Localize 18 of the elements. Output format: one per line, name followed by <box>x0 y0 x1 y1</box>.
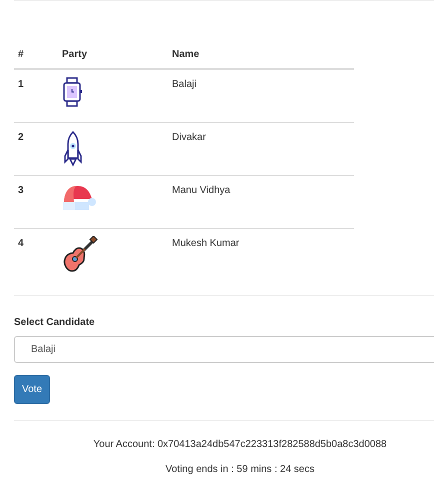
column-header: Party <box>58 41 168 69</box>
account-address: Your Account: 0x70413a24db547c223313f282588d5b0a8c3d0088 <box>93 439 387 450</box>
vote-button[interactable]: Vote <box>14 375 50 404</box>
candidate-name: Balaji <box>172 79 196 90</box>
column-header: # <box>14 41 58 69</box>
row-number: 3 <box>18 184 24 196</box>
candidate-name: Divakar <box>172 132 206 142</box>
candidate-select[interactable]: Balaji <box>14 336 434 363</box>
column-header: Name <box>168 41 354 69</box>
voting-timer: Voting ends in : 59 mins : 24 secs <box>166 464 314 475</box>
row-number: 2 <box>18 132 24 142</box>
smartwatch-icon <box>62 77 84 107</box>
row-number: 4 <box>18 238 24 248</box>
candidate-name: Mukesh Kumar <box>172 238 240 248</box>
candidate-name: Manu Vidhya <box>172 184 230 196</box>
field-label: Select Candidate <box>14 317 95 328</box>
guitar-icon <box>62 236 98 274</box>
row-number: 1 <box>18 79 24 90</box>
